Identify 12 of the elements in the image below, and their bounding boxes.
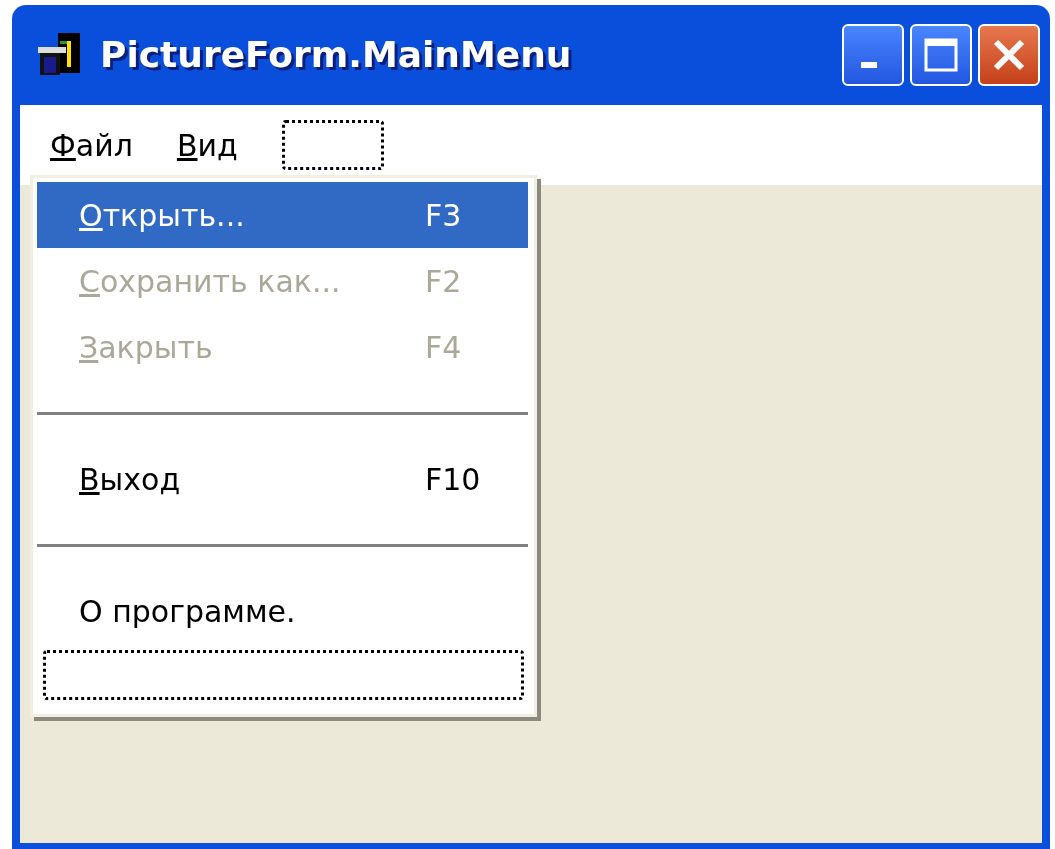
new-menu-item-slot[interactable] xyxy=(43,650,524,700)
window-title: PictureForm.MainMenu xyxy=(100,33,572,77)
maximize-button[interactable] xyxy=(910,24,972,86)
new-menu-item-slot[interactable] xyxy=(281,120,384,170)
close-icon xyxy=(991,37,1027,73)
maximize-icon xyxy=(923,37,959,73)
menu-bar-item[interactable]: Файл xyxy=(50,122,133,168)
menu-bar-item[interactable]: Вид xyxy=(176,122,238,168)
minimize-icon xyxy=(861,62,877,68)
close-button[interactable] xyxy=(978,24,1040,86)
menu-item[interactable]: Открыть... F3 xyxy=(37,182,528,248)
minimize-button[interactable] xyxy=(842,24,904,86)
